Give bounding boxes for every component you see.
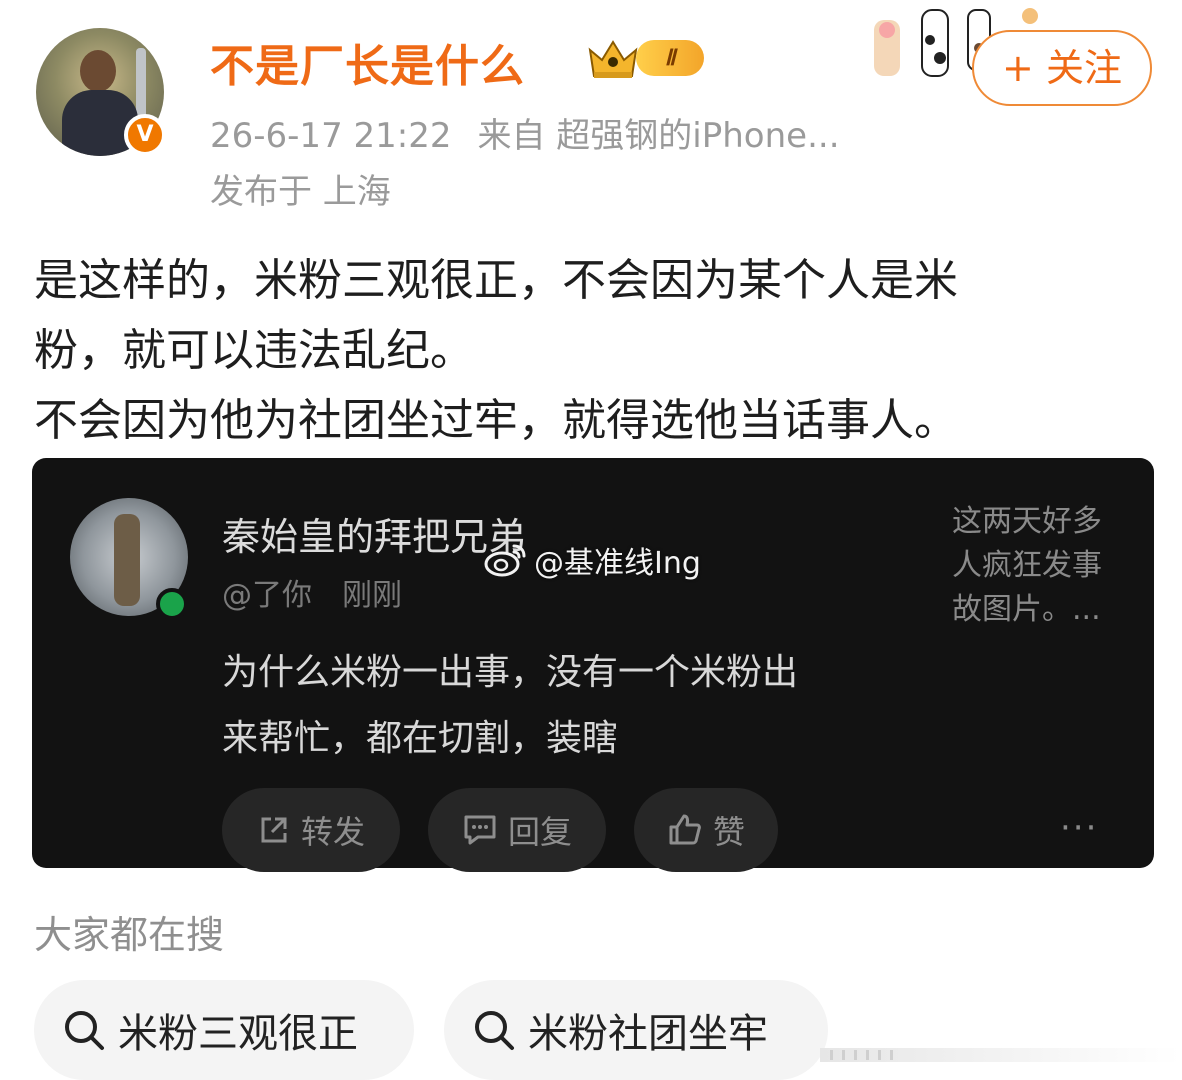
embedded-body: 为什么米粉一出事，没有一个米粉出 来帮忙，都在切割，装瞎 [222, 640, 922, 772]
follow-button[interactable]: + 关注 [972, 30, 1152, 106]
scroll-fade-indicator [820, 1048, 1180, 1062]
online-status-dot [156, 588, 188, 620]
search-icon [475, 1011, 514, 1050]
embedded-handle: @了你 [222, 578, 312, 613]
embedded-side-text: 这两天好多人疯狂发事故图片。... [952, 504, 1102, 627]
embedded-time: 刚刚 [342, 578, 402, 613]
share-icon [261, 817, 287, 843]
watermark: @基准线Ing [484, 538, 701, 582]
repost-label: 转发 [300, 813, 365, 851]
embedded-author-name[interactable]: 秦始皇的拜把兄弟 [222, 506, 526, 561]
watermark-text: @基准线Ing [534, 546, 701, 581]
post-text: 是这样的，米粉三观很正，不会因为某个人是米 粉，就可以违法乱纪。 不会因为他为社… [34, 246, 1144, 456]
post-text-line: 不会因为他为社团坐过牢，就得选他当话事人。 [34, 395, 958, 446]
embedded-meta: @了你 刚刚 [222, 570, 432, 614]
search-icon [65, 1011, 104, 1050]
search-section-title: 大家都在搜 [34, 913, 225, 957]
like-label: 赞 [712, 813, 745, 851]
level-badge: Ⅱ [636, 40, 704, 76]
thumbs-up-icon [669, 814, 701, 845]
comment-icon [464, 815, 496, 845]
reply-label: 回复 [507, 813, 572, 851]
post-timestamp: 26-6-17 21:22 [210, 116, 452, 156]
post-meta: 26-6-17 21:22 来自 超强钢的iPhone... [210, 108, 866, 157]
search-chip-label: 米粉三观很正 [118, 1011, 358, 1057]
like-button[interactable]: 赞 [634, 788, 778, 872]
search-chip[interactable]: 米粉三观很正 [34, 980, 414, 1080]
repost-button[interactable]: 转发 [222, 788, 400, 872]
post-text-line: 是这样的，米粉三观很正，不会因为某个人是米 [34, 255, 958, 306]
search-chip[interactable]: 米粉社团坐牢 [444, 980, 828, 1080]
post-location: 发布于 上海 [210, 172, 391, 212]
verified-icon: V [124, 114, 166, 156]
reply-button[interactable]: 回复 [428, 788, 606, 872]
crown-icon [588, 40, 638, 78]
author-name[interactable]: 不是厂长是什么 [210, 30, 525, 94]
post-source: 来自 超强钢的iPhone... [477, 116, 840, 156]
embedded-body-line: 为什么米粉一出事，没有一个米粉出 [222, 652, 799, 693]
more-icon[interactable]: ··· [1060, 808, 1098, 848]
search-chip-label: 米粉社团坐牢 [528, 1011, 768, 1057]
weibo-logo-icon [484, 544, 526, 577]
embedded-body-line: 来帮忙，都在切割，装瞎 [222, 718, 619, 759]
post-text-line: 粉，就可以违法乱纪。 [34, 325, 474, 376]
